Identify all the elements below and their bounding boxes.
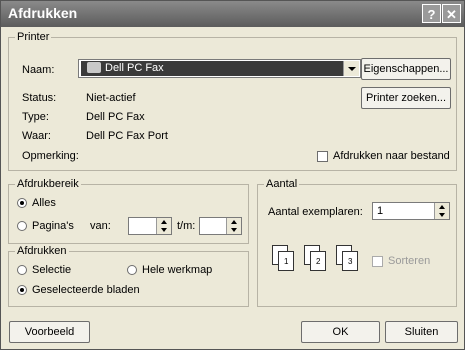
copies-spinner-icon[interactable] bbox=[434, 203, 449, 219]
print-range-legend: Afdrukbereik bbox=[15, 178, 81, 191]
collate-label: Sorteren bbox=[388, 255, 431, 267]
copies-field[interactable]: 1 bbox=[372, 202, 450, 220]
from-spinner-icon[interactable] bbox=[156, 218, 171, 234]
title-bar: Afdrukken ? ✕ bbox=[1, 1, 464, 27]
from-label: van: bbox=[90, 220, 111, 232]
ok-button[interactable]: OK bbox=[301, 321, 380, 343]
print-range-group: Afdrukbereik Alles Pagina's van: t/m: bbox=[8, 178, 249, 244]
copies-label: Aantal exemplaren: bbox=[268, 206, 363, 218]
printer-group: Printer Naam: Dell PC Fax Eigenschappen.… bbox=[8, 31, 457, 171]
page-3-number: 3 bbox=[348, 257, 353, 266]
print-dialog: Afdrukken ? ✕ Printer Naam: Dell PC Fax … bbox=[0, 0, 465, 350]
preview-button[interactable]: Voorbeeld bbox=[9, 321, 90, 343]
status-value: Niet-actief bbox=[86, 92, 136, 104]
whole-workbook-label: Hele werkmap bbox=[142, 264, 213, 276]
whole-workbook-radio[interactable] bbox=[127, 265, 137, 275]
type-value: Dell PC Fax bbox=[86, 111, 145, 123]
printer-icon bbox=[87, 62, 101, 73]
name-label: Naam: bbox=[22, 64, 55, 76]
where-label: Waar: bbox=[22, 130, 51, 142]
collate-checkbox[interactable] bbox=[372, 256, 383, 267]
selection-label: Selectie bbox=[32, 264, 72, 276]
print-what-group: Afdrukken Selectie Hele werkmap Geselect… bbox=[8, 245, 249, 307]
selected-sheets-label: Geselecteerde bladen bbox=[32, 284, 140, 296]
pages-label: Pagina's bbox=[32, 220, 74, 232]
page-2-number: 2 bbox=[316, 257, 321, 266]
chevron-down-icon[interactable] bbox=[343, 61, 359, 76]
printer-name-value: Dell PC Fax bbox=[105, 62, 164, 74]
printer-select[interactable]: Dell PC Fax bbox=[78, 59, 361, 78]
printer-legend: Printer bbox=[15, 31, 52, 44]
to-label: t/m: bbox=[177, 220, 196, 232]
copies-group: Aantal Aantal exemplaren: 1 1 2 3 Sorter… bbox=[257, 178, 457, 307]
print-to-file-label: Afdrukken naar bestand bbox=[333, 150, 450, 162]
pages-radio[interactable] bbox=[17, 221, 27, 231]
page-1-number: 1 bbox=[284, 257, 289, 266]
selected-sheets-radio[interactable] bbox=[17, 285, 27, 295]
printer-select-highlight: Dell PC Fax bbox=[81, 61, 343, 76]
close-button[interactable]: Sluiten bbox=[385, 321, 458, 343]
selection-radio[interactable] bbox=[17, 265, 27, 275]
type-label: Type: bbox=[22, 111, 49, 123]
close-icon[interactable]: ✕ bbox=[442, 4, 461, 23]
comment-label: Opmerking: bbox=[22, 150, 79, 162]
to-field[interactable] bbox=[199, 217, 242, 235]
help-icon[interactable]: ? bbox=[422, 4, 441, 23]
print-what-legend: Afdrukken bbox=[15, 245, 69, 258]
where-value: Dell PC Fax Port bbox=[86, 130, 168, 142]
copies-value: 1 bbox=[377, 205, 384, 217]
print-to-file-checkbox[interactable] bbox=[317, 151, 328, 162]
copies-legend: Aantal bbox=[264, 178, 300, 191]
status-label: Status: bbox=[22, 92, 57, 104]
to-spinner-icon[interactable] bbox=[226, 218, 241, 234]
dialog-title: Afdrukken bbox=[8, 5, 78, 21]
from-field[interactable] bbox=[128, 217, 172, 235]
properties-button[interactable]: Eigenschappen... bbox=[361, 58, 451, 80]
find-printer-button[interactable]: Printer zoeken... bbox=[361, 87, 451, 109]
all-radio[interactable] bbox=[17, 198, 27, 208]
all-label: Alles bbox=[32, 197, 56, 209]
